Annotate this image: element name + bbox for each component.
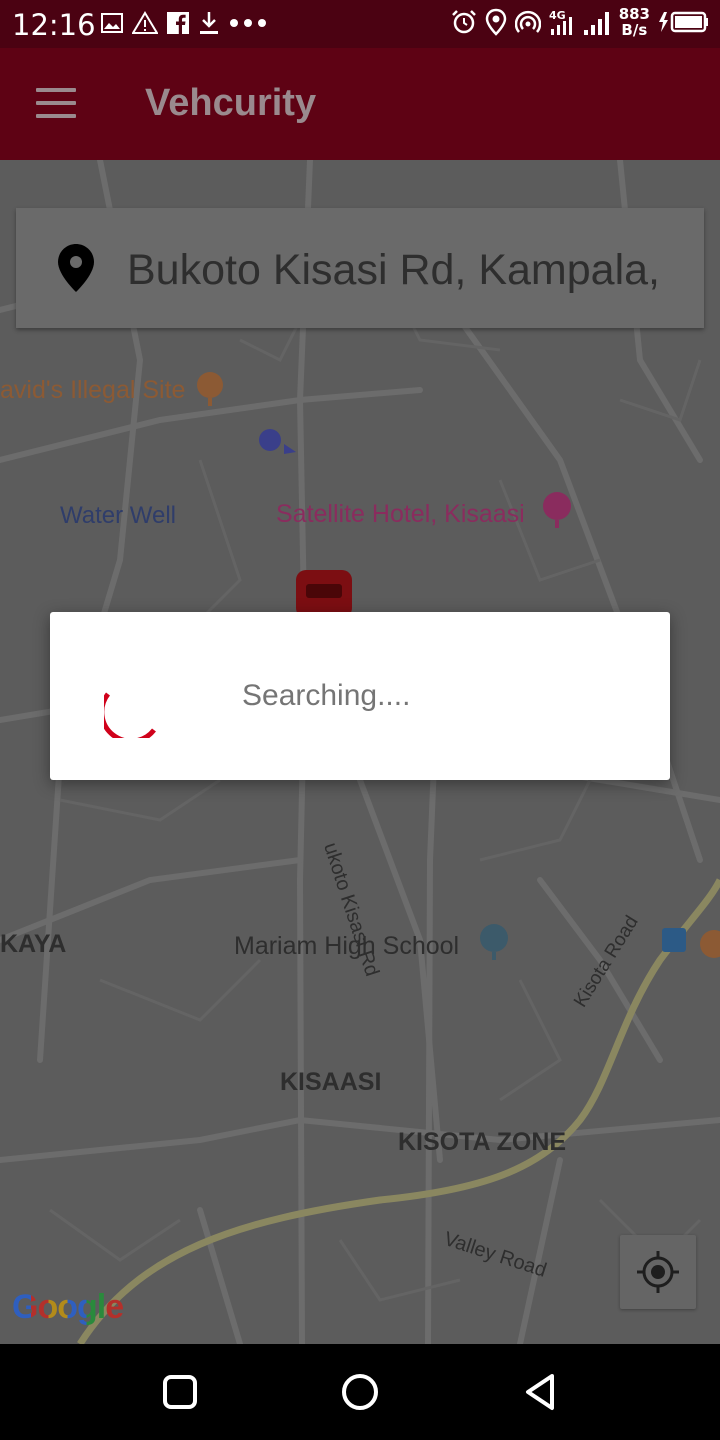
recents-icon[interactable] (162, 1374, 198, 1410)
image-icon (101, 13, 123, 33)
map-label-area-kisaasi: KISAASI (280, 1068, 382, 1096)
navigation-bar (0, 1344, 720, 1440)
loading-spinner-icon (104, 692, 156, 738)
location-pin-icon (58, 244, 94, 292)
address-text[interactable]: Bukoto Kisasi Rd, Kampala, (127, 246, 687, 295)
app-title: Vehcurity (145, 82, 317, 124)
my-location-button[interactable] (620, 1235, 696, 1309)
hotspot-icon (514, 10, 541, 33)
more-dots-icon (230, 19, 266, 27)
battery-charging-icon (659, 11, 708, 33)
back-icon[interactable] (520, 1372, 560, 1412)
map-label-restaurant: avid's Illegal Site (0, 376, 186, 404)
google-logo: Google (12, 1288, 124, 1327)
alarm-icon (451, 10, 476, 34)
menu-icon[interactable] (36, 88, 76, 118)
facebook-icon (167, 12, 189, 35)
svg-text:4G: 4G (549, 9, 566, 22)
dialog-message: Searching.... (242, 679, 411, 712)
network-speed-value: 883 (618, 5, 650, 23)
status-time: 12:16 (12, 8, 96, 42)
map-label-water-well: Water Well (60, 502, 177, 529)
map-label-school: Mariam High School (234, 932, 460, 960)
crosshair-icon (637, 1251, 679, 1293)
map-label-area-kaya: KAYA (0, 930, 67, 958)
status-bar: 12:16 4G 883 B/s (0, 0, 720, 48)
signal-4g-icon: 4G (549, 9, 572, 35)
warning-icon (132, 11, 158, 34)
download-icon (200, 12, 218, 34)
map-label-area-kisota-zone: KISOTA ZONE (398, 1128, 567, 1156)
google-logo-text: Google (12, 1288, 124, 1326)
network-speed: 883 B/s (619, 6, 650, 38)
location-icon (485, 8, 506, 36)
signal-bars-icon (583, 12, 609, 35)
home-icon[interactable] (340, 1372, 380, 1412)
app-bar (0, 48, 720, 160)
network-speed-unit: B/s (621, 21, 648, 39)
map-label-hotel: Satellite Hotel, Kisaasi (276, 500, 525, 528)
